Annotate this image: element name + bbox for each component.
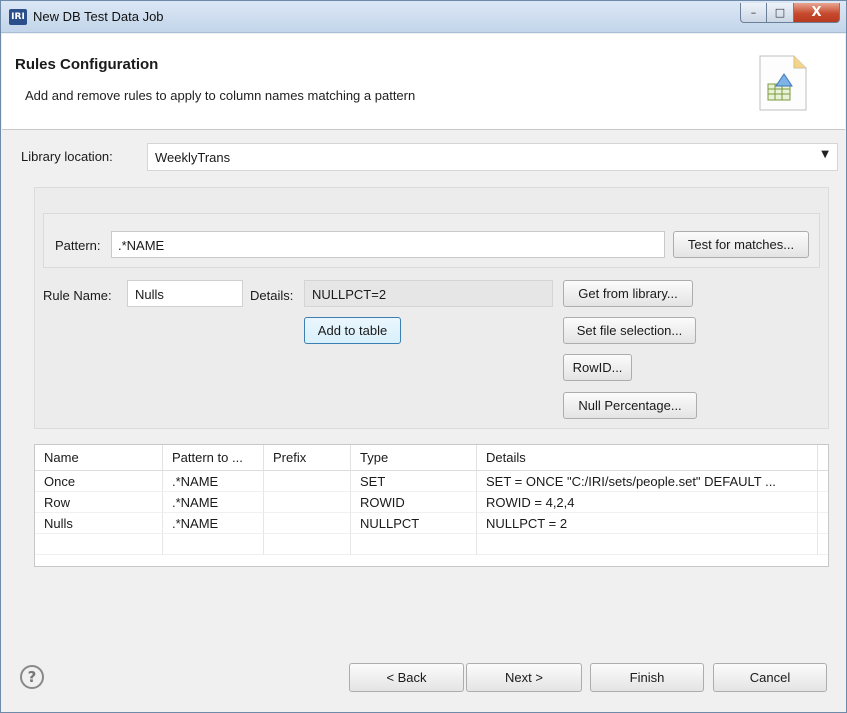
help-icon[interactable]: ? [20,665,44,689]
finish-button[interactable]: Finish [590,663,704,692]
add-to-table-button[interactable]: Add to table [304,317,401,344]
window-title: New DB Test Data Job [33,9,164,24]
table-cell-name[interactable]: Nulls [35,513,163,534]
library-location-combo[interactable]: WeeklyTrans ▼ [147,143,838,171]
rule-name-label: Rule Name: [43,288,112,303]
table-cell-empty [818,534,828,555]
column-header-name[interactable]: Name [35,445,163,471]
table-cell-prefix[interactable] [264,471,351,492]
table-cell-name[interactable]: Once [35,471,163,492]
table-cell-pattern[interactable]: .*NAME [163,513,264,534]
rules-table-grid: Name Pattern to ... Prefix Type Details … [35,445,828,555]
pattern-input[interactable]: .*NAME [111,231,665,258]
wizard-banner: Rules Configuration Add and remove rules… [2,34,845,130]
column-header-type[interactable]: Type [351,445,477,471]
details-label: Details: [250,288,294,303]
pattern-label: Pattern: [55,238,101,253]
page-description: Add and remove rules to apply to column … [25,88,416,103]
details-field: NULLPCT=2 [304,280,553,307]
wizard-table-icon [759,55,807,111]
maximize-button[interactable]: □ [767,3,794,23]
table-cell-empty [35,534,163,555]
test-for-matches-button[interactable]: Test for matches... [673,231,809,258]
table-cell-empty [477,534,818,555]
column-header-prefix[interactable]: Prefix [264,445,351,471]
column-header-pattern[interactable]: Pattern to ... [163,445,264,471]
get-from-library-button[interactable]: Get from library... [563,280,693,307]
rules-table[interactable]: Name Pattern to ... Prefix Type Details … [34,444,829,567]
title-bar: IRI New DB Test Data Job – □ X [1,1,846,33]
table-cell-empty [264,534,351,555]
rowid-button[interactable]: RowID... [563,354,632,381]
set-file-selection-button[interactable]: Set file selection... [563,317,696,344]
table-cell-pattern[interactable]: .*NAME [163,471,264,492]
column-header-details[interactable]: Details [477,445,818,471]
library-location-value: WeeklyTrans [155,150,231,165]
rule-name-value: Nulls [135,287,164,302]
dropdown-arrow-icon[interactable]: ▼ [821,149,829,160]
table-cell-type[interactable]: ROWID [351,492,477,513]
pattern-value: .*NAME [118,238,165,253]
null-percentage-button[interactable]: Null Percentage... [563,392,697,419]
table-cell-name[interactable]: Row [35,492,163,513]
table-cell-details[interactable]: SET = ONCE "C:/IRI/sets/people.set" DEFA… [477,471,818,492]
page-title: Rules Configuration [15,56,159,73]
table-cell-details[interactable]: ROWID = 4,2,4 [477,492,818,513]
column-header-filler [818,445,828,471]
table-cell-details[interactable]: NULLPCT = 2 [477,513,818,534]
table-cell-type[interactable]: SET [351,471,477,492]
table-cell-type[interactable]: NULLPCT [351,513,477,534]
next-button[interactable]: Next > [466,663,582,692]
wizard-window: IRI New DB Test Data Job – □ X Rules Con… [0,0,847,713]
table-cell-pattern[interactable]: .*NAME [163,492,264,513]
table-cell-filler [818,513,828,534]
table-cell-empty [163,534,264,555]
table-cell-filler [818,492,828,513]
minimize-button[interactable]: – [740,3,767,23]
iri-app-icon: IRI [9,9,27,25]
back-button[interactable]: < Back [349,663,464,692]
table-cell-empty [351,534,477,555]
window-controls: – □ X [740,3,840,23]
table-cell-prefix[interactable] [264,492,351,513]
cancel-button[interactable]: Cancel [713,663,827,692]
details-value: NULLPCT=2 [312,287,387,302]
library-location-label: Library location: [21,149,113,164]
rule-name-input[interactable]: Nulls [127,280,243,307]
table-cell-prefix[interactable] [264,513,351,534]
table-cell-filler [818,471,828,492]
close-button[interactable]: X [794,3,840,23]
